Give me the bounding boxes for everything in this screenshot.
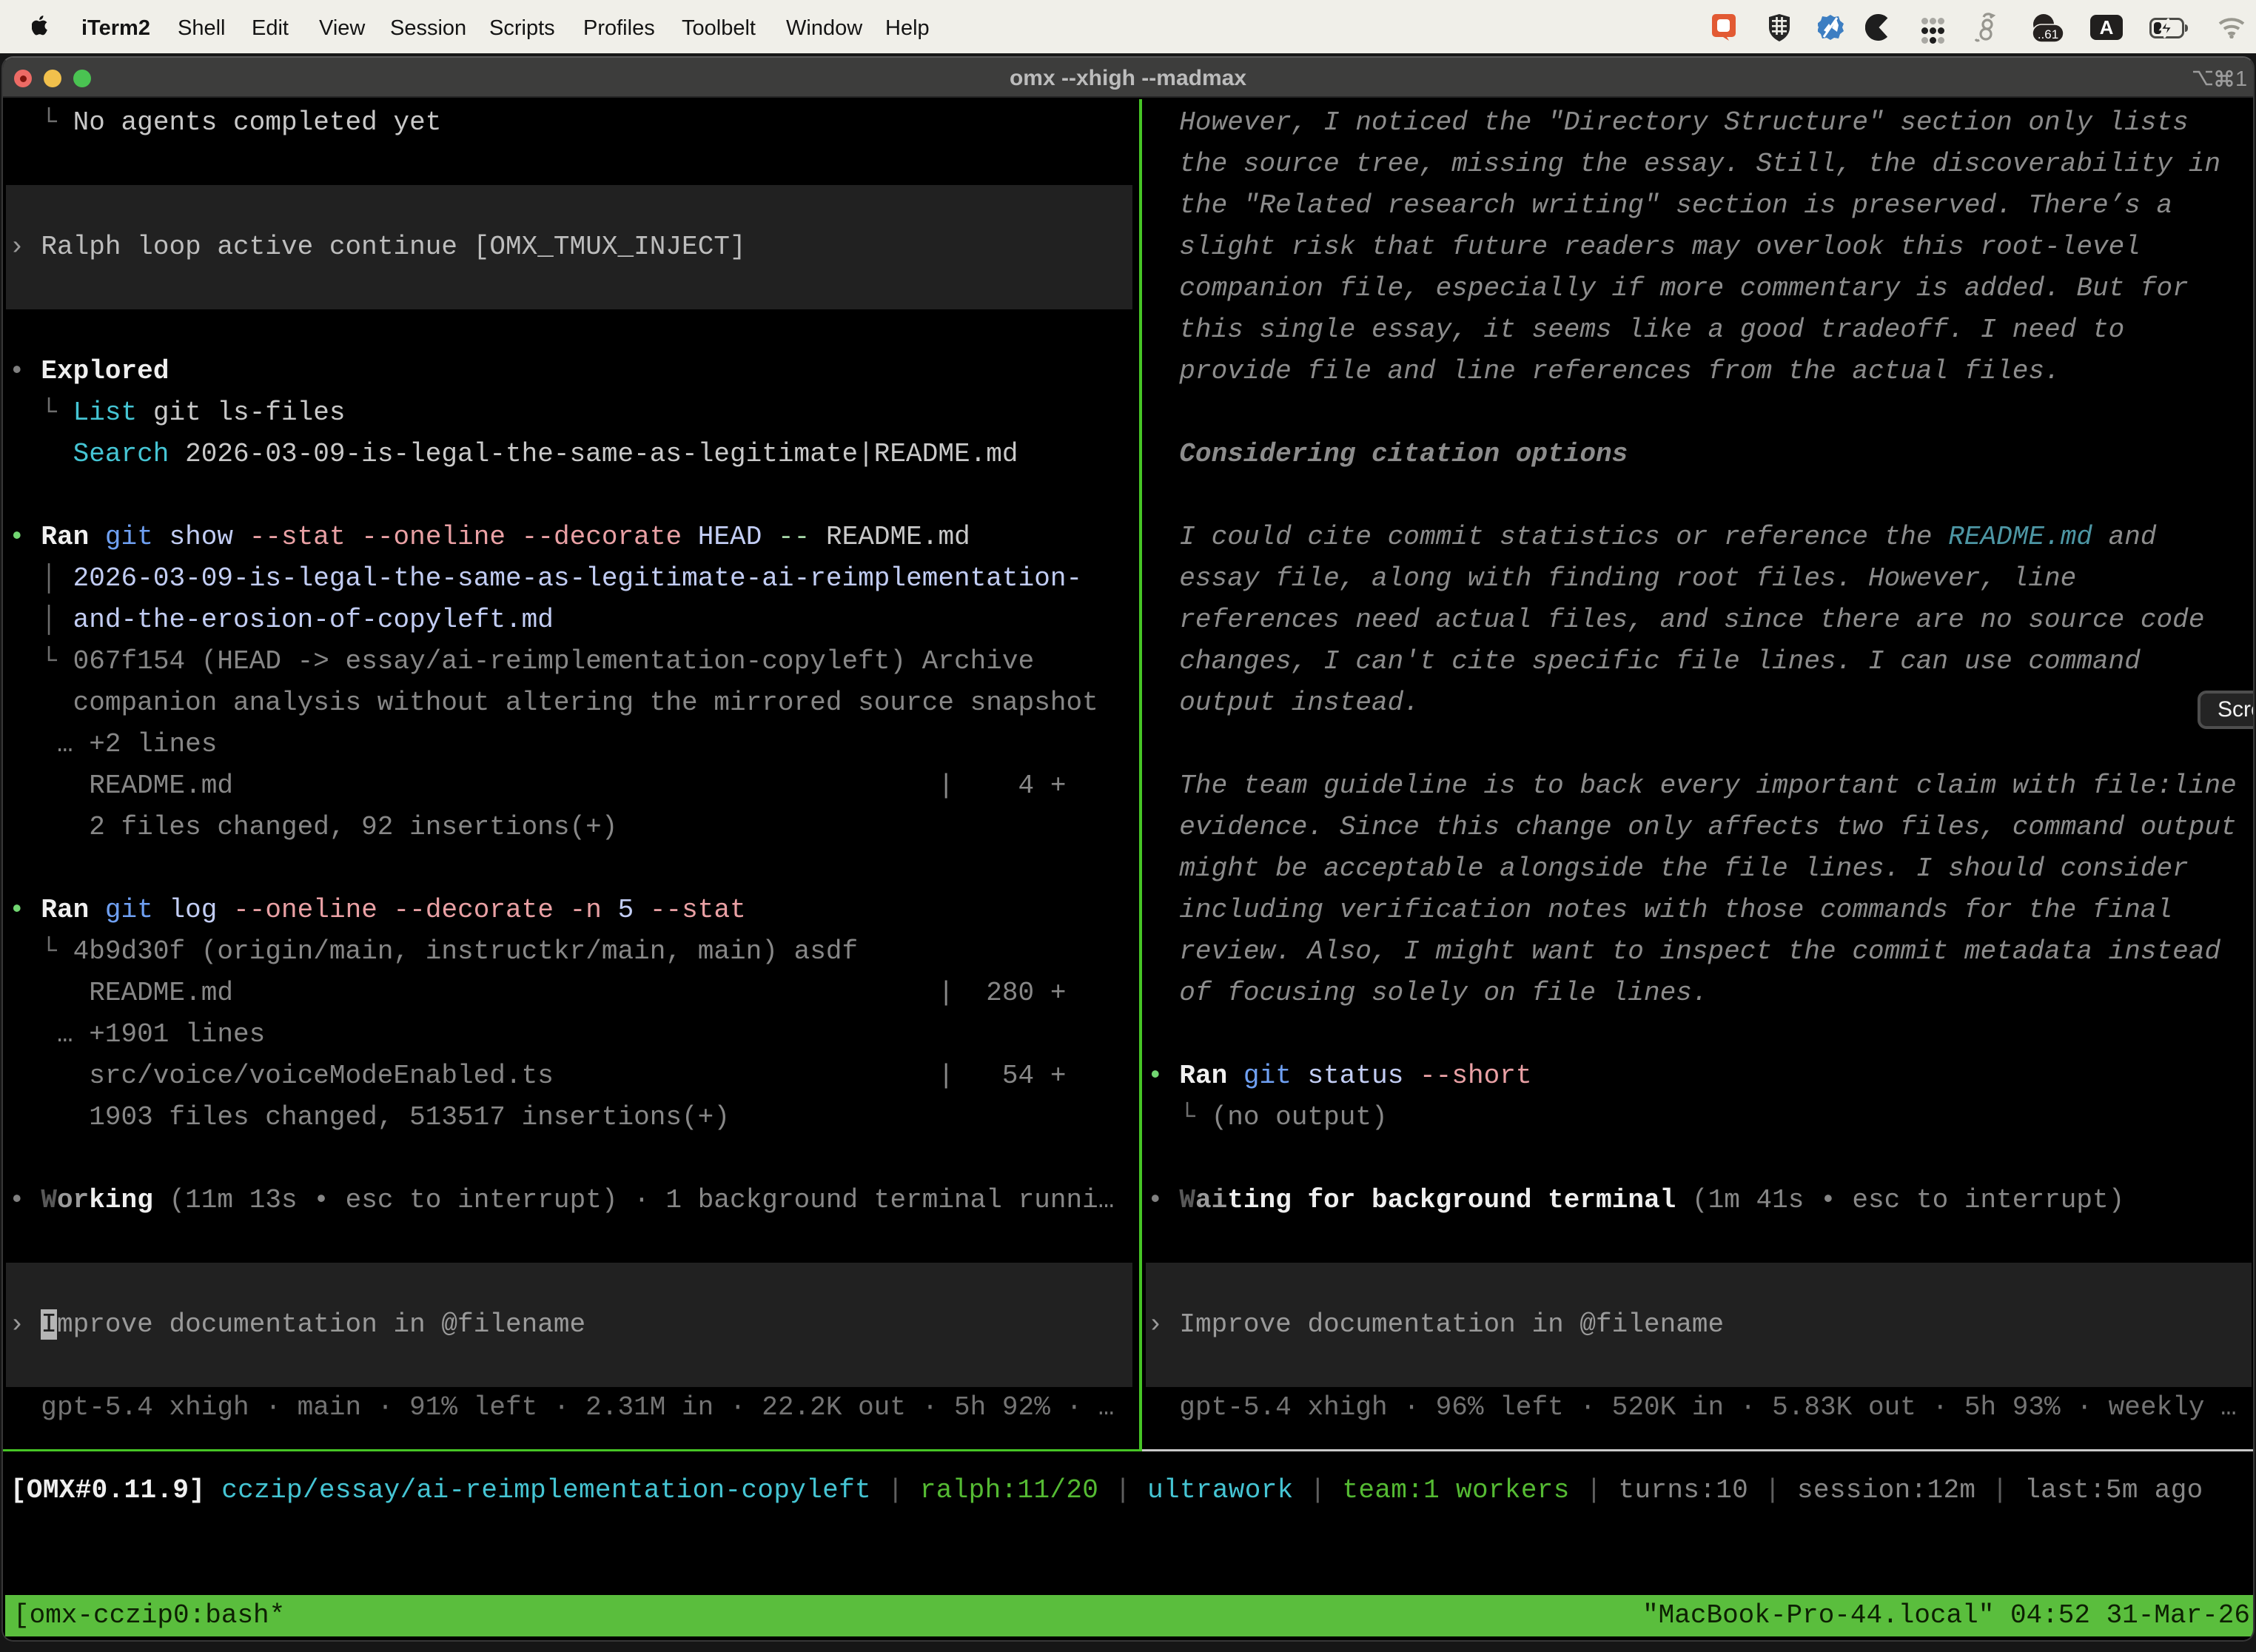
svg-text:1: 1 xyxy=(2235,67,2247,90)
svg-text:..61: ..61 xyxy=(2038,27,2058,41)
